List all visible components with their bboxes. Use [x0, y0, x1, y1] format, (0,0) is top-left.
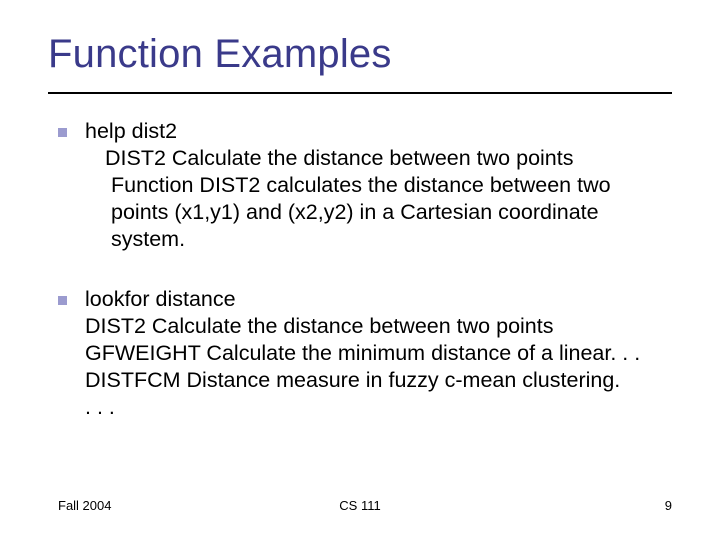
list-item-body: lookfor distance DIST2 Calculate the dis… [85, 286, 640, 420]
list-item-body: help dist2 DIST2 Calculate the distance … [85, 118, 672, 252]
content-area: help dist2 DIST2 Calculate the distance … [58, 118, 672, 455]
list-item: help dist2 DIST2 Calculate the distance … [58, 118, 672, 252]
bullet-icon [58, 128, 67, 137]
bullet-icon [58, 296, 67, 305]
slide-title: Function Examples [48, 32, 392, 77]
output-block: Function DIST2 calculates the distance b… [85, 172, 672, 253]
output-line: GFWEIGHT Calculate the minimum distance … [85, 340, 640, 367]
footer: Fall 2004 CS 111 9 [0, 498, 720, 518]
output-line: DIST2 Calculate the distance between two… [85, 313, 640, 340]
title-underline [48, 92, 672, 94]
footer-right: 9 [665, 498, 672, 513]
output-line: DISTFCM Distance measure in fuzzy c-mean… [85, 367, 640, 394]
output-line: DIST2 Calculate the distance between two… [85, 145, 672, 172]
footer-center: CS 111 [0, 498, 720, 513]
list-item: lookfor distance DIST2 Calculate the dis… [58, 286, 672, 420]
command-line: lookfor distance [85, 286, 640, 313]
slide: Function Examples help dist2 DIST2 Calcu… [0, 0, 720, 540]
output-line: . . . [85, 394, 640, 421]
command-line: help dist2 [85, 118, 672, 145]
